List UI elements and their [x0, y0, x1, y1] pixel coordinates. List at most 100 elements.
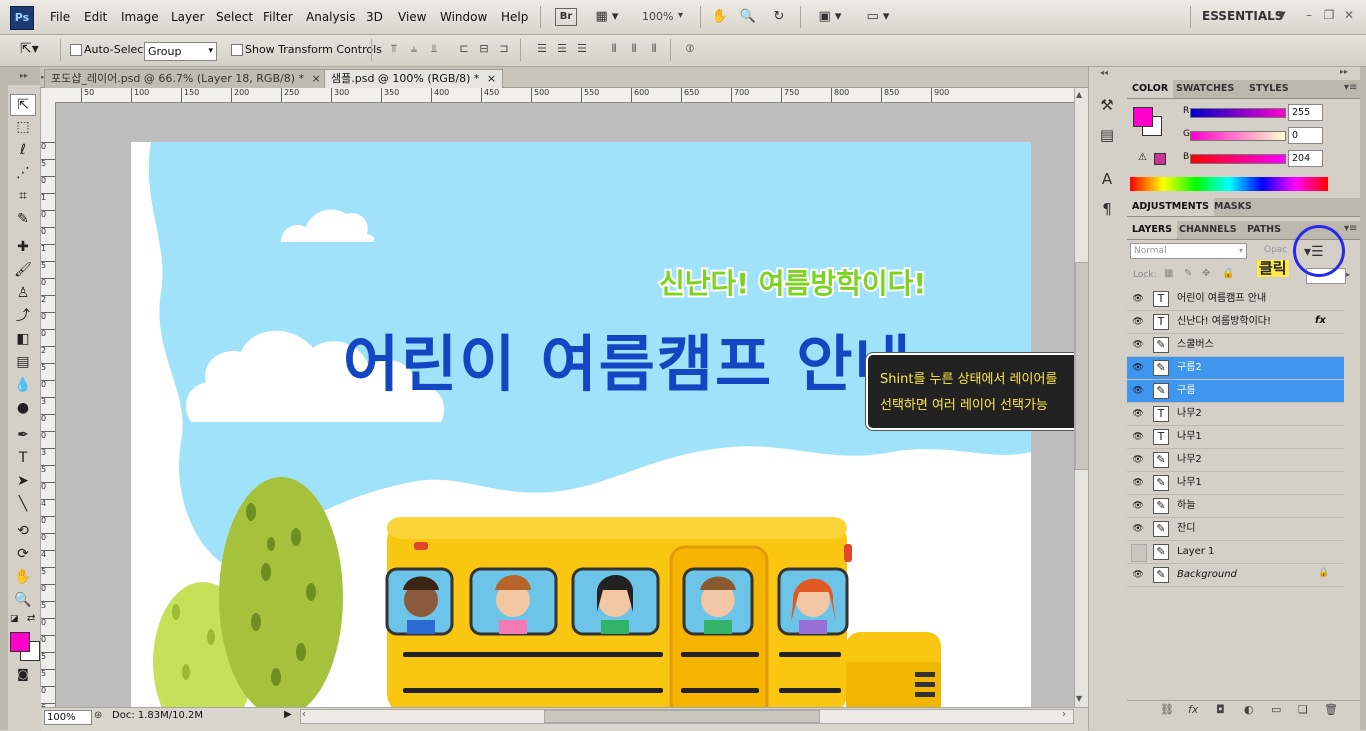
panel-menu-icon[interactable]: ▾≡ [1344, 82, 1357, 93]
scroll-down-icon[interactable]: ▼ [1076, 694, 1082, 703]
green-value[interactable]: 0 [1288, 127, 1323, 144]
lock-transparent-icon[interactable]: ▦ [1164, 268, 1173, 279]
red-slider[interactable] [1190, 108, 1286, 118]
view-extras-icon[interactable]: ▦ ▾ [590, 7, 624, 27]
add-style-icon[interactable]: fx [1188, 703, 1198, 716]
fill-arrow-icon[interactable]: ▸ [1346, 270, 1350, 279]
lock-position-icon[interactable]: ✥ [1202, 268, 1210, 279]
tab-document-2[interactable]: 샘플.psd @ 100% (RGB/8) * × [324, 69, 504, 88]
tab-close-icon[interactable]: × [487, 72, 496, 85]
move-tool-icon[interactable]: ⇱ [10, 94, 36, 116]
visibility-eye-icon[interactable]: 👁 [1131, 518, 1145, 540]
blur-tool-icon[interactable]: 💧 [11, 375, 35, 395]
tab-styles[interactable]: STYLES [1244, 80, 1294, 98]
character-panel-icon[interactable]: A [1096, 168, 1118, 190]
zoom-field[interactable]: 100% [44, 710, 92, 725]
eyedropper-tool-icon[interactable]: ✎ [11, 209, 35, 229]
gradient-tool-icon[interactable]: ▤ [11, 352, 35, 372]
visibility-eye-icon[interactable]: 👁 [1131, 403, 1145, 425]
dodge-tool-icon[interactable]: ● [11, 398, 35, 418]
visibility-eye-icon[interactable]: 👁 [1131, 472, 1145, 494]
tab-document-1[interactable]: 포도샵_레이어.psd @ 66.7% (Layer 18, RGB/8) * … [44, 69, 328, 88]
3d-rotate-tool-icon[interactable]: ⟲ [11, 521, 35, 541]
distribute-vcenter-icon[interactable]: ☰ [552, 42, 572, 58]
quick-select-tool-icon[interactable]: ⋰ [11, 163, 35, 183]
distribute-left-icon[interactable]: ⦀ [604, 42, 624, 58]
menu-help[interactable]: Help [501, 10, 528, 24]
new-layer-icon[interactable]: ❏ [1298, 703, 1308, 716]
path-selection-tool-icon[interactable]: ➤ [11, 471, 35, 491]
align-left-icon[interactable]: ⊏ [454, 42, 474, 58]
move-tool-preset-icon[interactable]: ⇱▾ [20, 41, 39, 57]
layer-fx-icon[interactable]: fx [1315, 315, 1326, 326]
close-window-icon[interactable]: ✕ [1340, 8, 1358, 24]
horizontal-ruler[interactable]: 50 100 150 200 250 300 350 400 450 500 550 600 650 70… [56, 88, 1074, 103]
menu-window[interactable]: Window [440, 10, 487, 24]
red-value[interactable]: 255 [1288, 104, 1323, 121]
show-transform-checkbox[interactable] [231, 44, 243, 56]
crop-tool-icon[interactable]: ⌗ [11, 186, 35, 206]
bridge-button[interactable]: Br [555, 8, 577, 26]
scroll-up-icon[interactable]: ▲ [1076, 90, 1082, 99]
tab-color[interactable]: COLOR [1127, 80, 1174, 98]
auto-align-icon[interactable]: ⦶ [680, 42, 700, 58]
horizontal-scroll-thumb[interactable] [544, 710, 820, 723]
tab-channels[interactable]: CHANNELS [1174, 221, 1242, 239]
menu-view[interactable]: View [398, 10, 426, 24]
new-group-icon[interactable]: ▭ [1271, 703, 1281, 716]
menu-filter[interactable]: Filter [263, 10, 293, 24]
screen-mode-icon[interactable]: ▭ ▾ [860, 7, 896, 27]
distribute-right-icon[interactable]: ⦀ [644, 42, 664, 58]
brush-tool-icon[interactable]: 🖌 [11, 260, 35, 280]
eraser-tool-icon[interactable]: ◧ [11, 329, 35, 349]
lasso-tool-icon[interactable]: ℓ [11, 140, 35, 160]
hand-tool-icon[interactable]: ✋ [11, 567, 35, 587]
rotate-view-icon[interactable]: ↻ [768, 7, 790, 27]
scroll-right-icon[interactable]: › [1062, 709, 1066, 720]
hand-tool-icon[interactable]: ✋ [710, 7, 730, 27]
blue-slider[interactable] [1190, 154, 1286, 164]
green-slider[interactable] [1190, 131, 1286, 141]
auto-select-dropdown[interactable]: Group ▾ [144, 42, 217, 61]
history-brush-tool-icon[interactable]: ⤴ [11, 306, 35, 326]
align-vcenter-icon[interactable]: ⫨ [404, 42, 424, 58]
delete-layer-icon[interactable]: 🗑 [1324, 703, 1338, 716]
link-layers-icon[interactable]: ⛓ [1160, 703, 1174, 716]
visibility-eye-icon[interactable]: 👁 [1131, 380, 1145, 402]
menu-select[interactable]: Select [216, 10, 253, 24]
lock-all-icon[interactable]: 🔒 [1222, 268, 1234, 279]
distribute-top-icon[interactable]: ☰ [532, 42, 552, 58]
add-mask-icon[interactable]: ◘ [1216, 703, 1225, 716]
menu-layer[interactable]: Layer [171, 10, 204, 24]
visibility-eye-icon[interactable]: 👁 [1131, 449, 1145, 471]
zoom-level[interactable]: 100% [642, 10, 673, 23]
distribute-bottom-icon[interactable]: ☰ [572, 42, 592, 58]
panel-menu-icon[interactable]: ▾≡ [1344, 223, 1357, 234]
history-panel-icon[interactable]: ⚒ [1096, 94, 1118, 116]
workspace-switcher[interactable]: ESSENTIALS [1202, 9, 1283, 23]
blue-value[interactable]: 204 [1288, 150, 1323, 167]
tab-layers[interactable]: LAYERS [1127, 221, 1178, 239]
visibility-eye-icon[interactable]: 👁 [1131, 288, 1145, 310]
3d-orbit-tool-icon[interactable]: ⟳ [11, 544, 35, 564]
layers-panel-menu-icon[interactable]: ▾☰ [1304, 244, 1324, 260]
adjustment-layer-icon[interactable]: ◐ [1244, 703, 1254, 716]
restore-icon[interactable]: ❐ [1320, 8, 1338, 24]
dock-collapse-icon[interactable]: ◂◂ [1100, 68, 1108, 77]
clone-stamp-tool-icon[interactable]: ♙ [11, 283, 35, 303]
menu-3d[interactable]: 3D [366, 10, 383, 24]
zoom-tool-icon[interactable]: 🔍 [738, 7, 758, 27]
scroll-left-icon[interactable]: ‹ [302, 709, 306, 720]
status-menu-icon[interactable]: ⊛ [94, 710, 102, 721]
out-of-gamut-icon[interactable]: ⚠ [1138, 152, 1147, 163]
status-arrow-icon[interactable]: ▶ [284, 709, 292, 720]
quick-mask-icon[interactable]: ◙ [11, 664, 35, 684]
distribute-hcenter-icon[interactable]: ⦀ [624, 42, 644, 58]
align-bottom-icon[interactable]: ⫫ [424, 42, 444, 58]
visibility-eye-icon[interactable]: 👁 [1131, 311, 1145, 333]
visibility-eye-icon[interactable]: 👁 [1131, 564, 1145, 586]
marquee-tool-icon[interactable]: ⬚ [11, 117, 35, 137]
tab-adjustments[interactable]: ADJUSTMENTS [1127, 198, 1215, 216]
panels-collapse-icon[interactable]: ▸▸ [1340, 67, 1348, 76]
minimize-icon[interactable]: – [1300, 8, 1318, 24]
